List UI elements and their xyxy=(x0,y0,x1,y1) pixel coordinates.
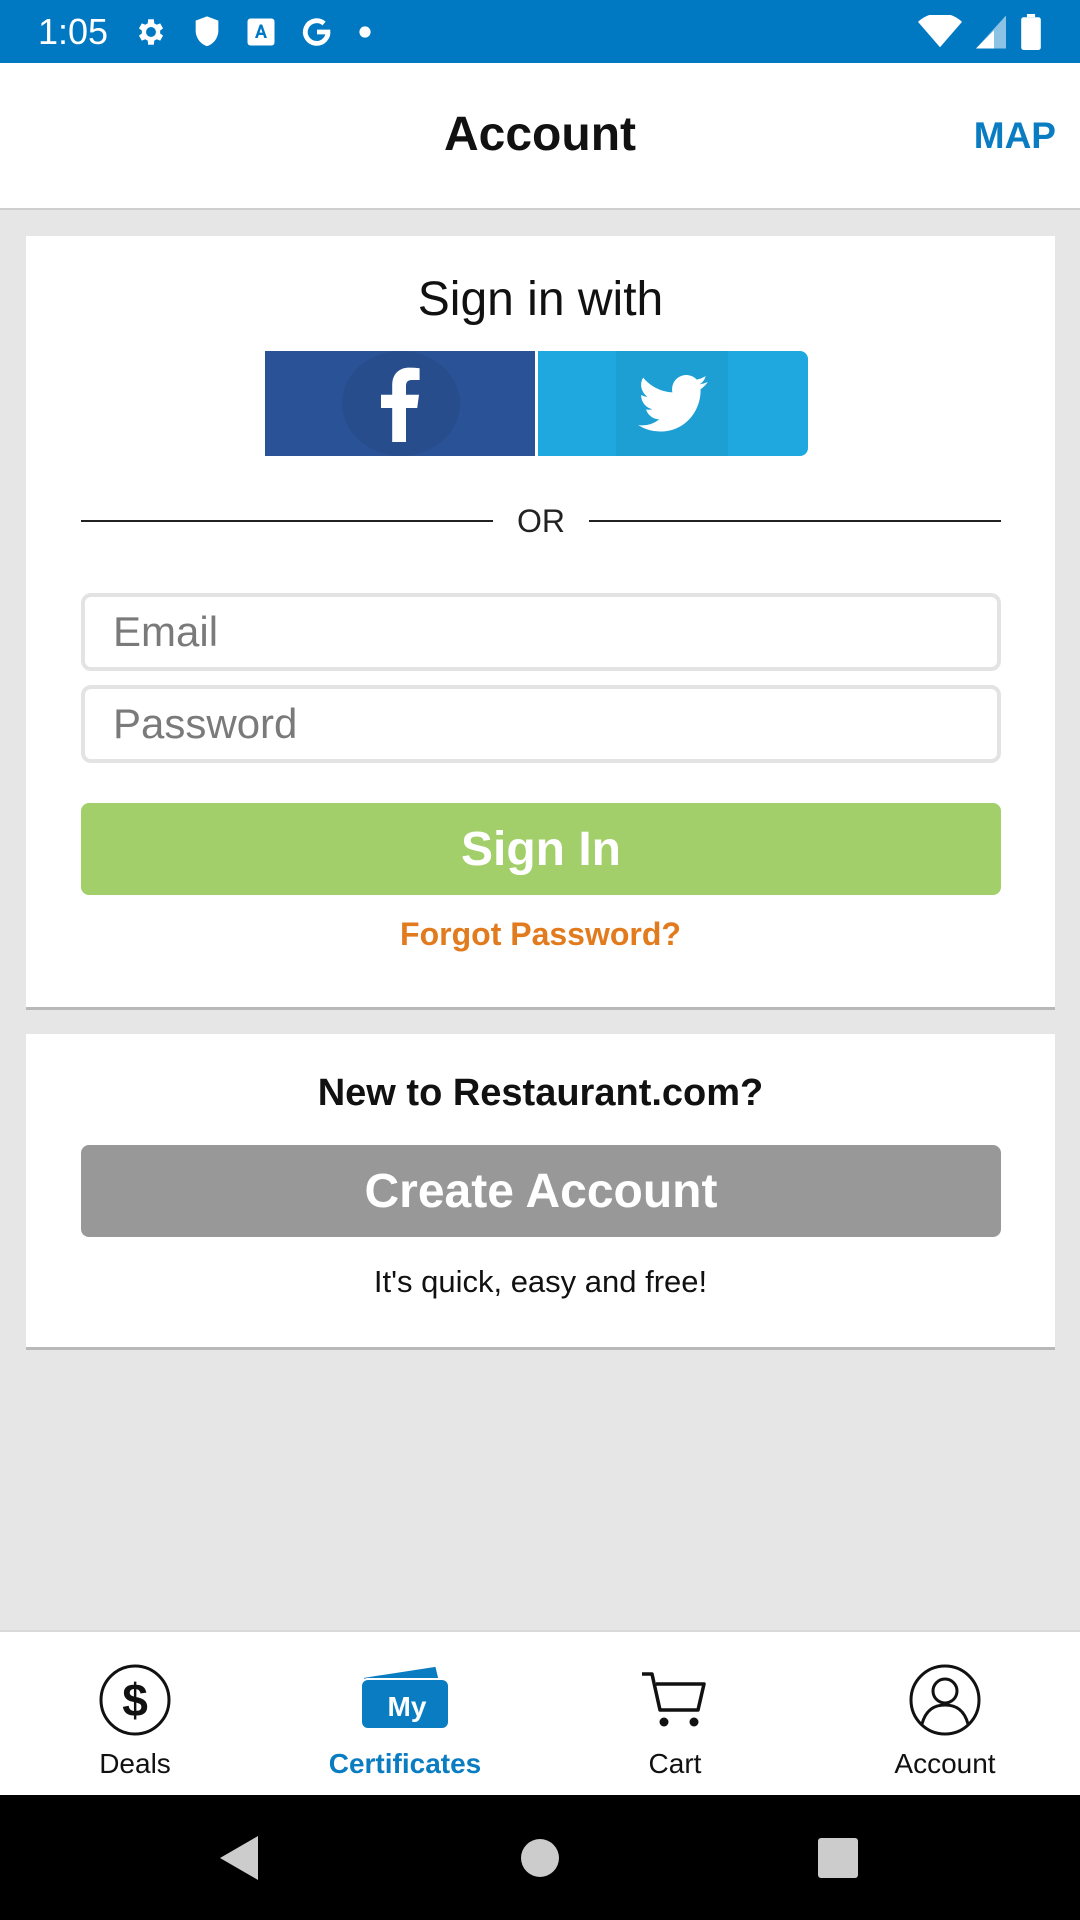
facebook-icon xyxy=(381,367,420,442)
translate-icon xyxy=(247,18,275,45)
signin-title: Sign in with xyxy=(417,273,664,326)
cart-icon xyxy=(640,1660,710,1740)
shield-icon xyxy=(195,15,219,46)
home-button[interactable] xyxy=(480,1795,600,1920)
password-field[interactable] xyxy=(81,685,1001,763)
system-navigation-bar xyxy=(0,1795,1080,1920)
new-account-title: New to Restaurant.com? xyxy=(317,1072,764,1114)
social-login-row xyxy=(265,351,808,456)
signal-icon xyxy=(976,15,1006,48)
divider-line-right xyxy=(589,520,1001,522)
battery-icon xyxy=(1021,13,1041,50)
gear-icon xyxy=(139,18,164,45)
recents-button[interactable] xyxy=(778,1795,898,1920)
nav-label-account: Account xyxy=(894,1748,996,1779)
home-icon xyxy=(521,1838,559,1877)
signin-card: Sign in with OR Sign In Forgot Pas xyxy=(26,236,1055,1010)
nav-label-cart: Cart xyxy=(648,1748,702,1779)
forgot-password-link[interactable]: Forgot Password? xyxy=(26,916,1055,953)
dot-icon xyxy=(359,25,371,38)
wifi-icon xyxy=(918,14,962,47)
user-icon xyxy=(908,1660,982,1740)
status-bar: 1:05 xyxy=(0,0,1080,63)
nav-item-certificates[interactable]: My Certificates xyxy=(270,1632,540,1795)
dollar-icon: $ xyxy=(98,1660,172,1740)
svg-text:My: My xyxy=(388,1691,427,1722)
email-field[interactable] xyxy=(81,593,1001,671)
facebook-login-button[interactable] xyxy=(265,351,535,456)
map-button[interactable]: MAP xyxy=(974,115,1056,157)
twitter-icon xyxy=(638,374,708,432)
nav-item-account[interactable]: Account xyxy=(810,1632,1080,1795)
recents-icon xyxy=(818,1837,858,1878)
back-button[interactable] xyxy=(180,1795,300,1920)
screen: 1:05 Account MAP Sign in with OR Email S… xyxy=(0,0,1080,1920)
bottom-navigation: $ Deals My Certificates Cart Account xyxy=(0,1630,1080,1795)
create-account-button[interactable]: Create Account xyxy=(81,1145,1001,1237)
status-icons-left xyxy=(134,15,372,49)
status-time: 1:05 xyxy=(38,10,109,52)
nav-item-cart[interactable]: Cart xyxy=(540,1632,810,1795)
nav-item-deals[interactable]: $ Deals xyxy=(0,1632,270,1795)
back-icon xyxy=(220,1835,258,1880)
new-account-subtitle: It's quick, easy and free! xyxy=(373,1264,708,1299)
sign-in-button[interactable]: Sign In xyxy=(81,803,1001,895)
svg-text:$: $ xyxy=(122,1674,148,1726)
new-account-card: New to Restaurant.com? Create Account It… xyxy=(26,1034,1055,1350)
my-certificates-icon: My xyxy=(355,1660,455,1740)
app-bar: Account MAP xyxy=(0,63,1080,210)
twitter-login-button[interactable] xyxy=(538,351,808,456)
nav-label-certificates: Certificates xyxy=(328,1748,482,1779)
or-divider: OR xyxy=(81,501,1001,541)
page-title: Account xyxy=(444,108,636,161)
status-icons-right xyxy=(918,13,1042,50)
nav-label-deals: Deals xyxy=(99,1748,171,1779)
google-icon xyxy=(303,17,331,46)
